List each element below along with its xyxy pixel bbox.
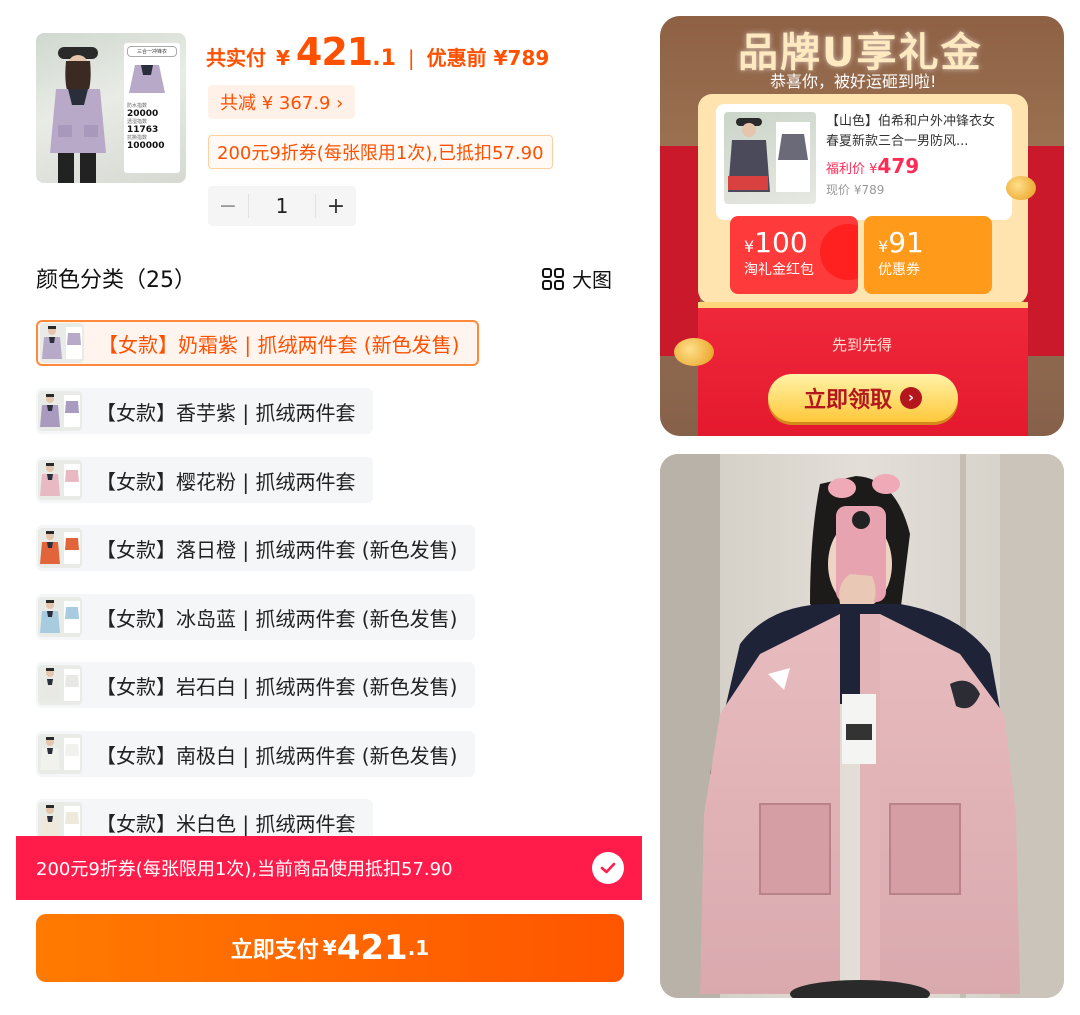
color-option-thumbnail <box>38 391 82 431</box>
pay-now-label: 立即支付 <box>230 938 319 963</box>
color-option-label: 【女款】奶霜紫 | 抓绒两件套 (新色发售) <box>98 332 460 357</box>
welfare-price: 福利价 ¥479 <box>826 156 1004 180</box>
large-image-toggle[interactable]: 大图 <box>542 264 612 293</box>
stat-value: 100000 <box>127 141 165 151</box>
coupon-bar-text: 200元9折券(每张限用1次),当前商品使用抵扣57.90 <box>36 859 453 880</box>
color-option-label: 【女款】米白色 | 抓绒两件套 <box>96 811 356 836</box>
color-option-thumbnail <box>38 665 82 705</box>
gold-coin-icon <box>674 338 714 366</box>
gift-money-voucher[interactable]: ¥100 淘礼金红包 <box>730 216 858 294</box>
jacket-icon <box>129 65 165 93</box>
color-option-3[interactable]: 【女款】樱花粉 | 抓绒两件套 <box>36 457 374 503</box>
currency-symbol: ¥ <box>276 46 290 70</box>
color-option-5[interactable]: 【女款】冰岛蓝 | 抓绒两件套 (新色发售) <box>36 594 476 640</box>
pay-currency: ¥ <box>322 936 337 960</box>
congrats-text: 恭喜你，被好运砸到啦! <box>770 72 937 91</box>
quantity-stepper: − 1 + <box>208 186 356 226</box>
claim-now-label: 立即领取 <box>803 388 892 413</box>
color-option-7[interactable]: 【女款】南极白 | 抓绒两件套 (新色发售) <box>36 731 476 777</box>
promo-product-image <box>724 112 816 204</box>
grid-icon <box>542 267 564 290</box>
welfare-price-value: 479 <box>877 154 920 178</box>
voucher2-currency: ¥ <box>878 237 889 256</box>
buyer-show-photo <box>660 454 1064 998</box>
price-separator: | <box>407 46 415 70</box>
chevron-right-icon: › <box>900 387 922 409</box>
stat-value: 11763 <box>127 125 159 135</box>
original-price: 优惠前 ¥789 <box>426 46 550 70</box>
price-summary: 共实付 ¥ 421 .1 | 优惠前 ¥789 <box>206 30 549 80</box>
quantity-value[interactable]: 1 <box>248 194 316 218</box>
color-option-label: 【女款】南极白 | 抓绒两件套 (新色发售) <box>96 743 458 768</box>
total-reduction-link[interactable]: 共减 ¥ 367.9 › <box>208 85 356 119</box>
color-option-6[interactable]: 【女款】岩石白 | 抓绒两件套 (新色发售) <box>36 662 476 708</box>
product-thumbnail[interactable]: 三合一冲锋衣 防水指数 20000 透湿指数 11763 抗撕指数 100000 <box>36 33 186 183</box>
first-come-text: 先到先得 <box>831 336 892 354</box>
model-image <box>728 118 810 192</box>
color-option-thumbnail <box>38 734 82 774</box>
pay-now-button[interactable]: 立即支付 ¥ 421 .1 <box>36 914 624 982</box>
coupon-voucher[interactable]: ¥91 优惠券 <box>864 216 992 294</box>
promo-product-title: 【山色】伯希和户外冲锋衣女春夏新款三合一男防风... <box>826 114 996 149</box>
coupon-applied-tag: 200元9折券(每张限用1次),已抵扣57.90 <box>208 135 553 169</box>
paid-amount-integer: 421 <box>295 30 373 74</box>
model-image <box>50 47 106 183</box>
color-option-2[interactable]: 【女款】香芋紫 | 抓绒两件套 <box>36 388 374 434</box>
color-option-label: 【女款】岩石白 | 抓绒两件套 (新色发售) <box>96 674 458 699</box>
color-option-thumbnail <box>40 323 84 363</box>
voucher1-currency: ¥ <box>744 237 755 256</box>
pay-amount-decimal: .1 <box>407 936 430 960</box>
stat-value: 20000 <box>127 109 159 119</box>
color-option-thumbnail <box>38 528 82 568</box>
welfare-price-label: 福利价 ¥ <box>826 162 878 177</box>
increase-button[interactable]: + <box>316 194 356 219</box>
color-option-label: 【女款】落日橙 | 抓绒两件套 (新色发售) <box>96 537 458 562</box>
color-option-label: 【女款】香芋紫 | 抓绒两件套 <box>96 400 356 425</box>
gold-coin-icon <box>1006 176 1036 200</box>
voucher1-value: 100 <box>754 226 808 259</box>
voucher2-value: 91 <box>888 226 924 259</box>
red-envelope-popup: 品牌U享礼金 恭喜你，被好运砸到啦! 【山色】伯希和户外冲锋衣女春夏新款三合一男… <box>660 16 1064 436</box>
envelope-side-left <box>660 146 700 356</box>
decrease-button[interactable]: − <box>208 194 248 219</box>
color-category-title: 颜色分类（25） <box>36 268 196 293</box>
spec-card-title: 三合一冲锋衣 <box>127 46 177 57</box>
color-option-4[interactable]: 【女款】落日橙 | 抓绒两件套 (新色发售) <box>36 525 476 571</box>
pay-amount-integer: 421 <box>336 928 408 968</box>
color-option-thumbnail <box>38 460 82 500</box>
color-option-1[interactable]: 【女款】奶霜紫 | 抓绒两件套 (新色发售) <box>36 320 480 366</box>
promo-product-info: 【山色】伯希和户外冲锋衣女春夏新款三合一男防风... 福利价 ¥479 现价 ¥… <box>826 112 1004 212</box>
color-option-label: 【女款】冰岛蓝 | 抓绒两件套 (新色发售) <box>96 606 458 631</box>
color-option-label: 【女款】樱花粉 | 抓绒两件套 <box>96 469 356 494</box>
coupon-selection-bar[interactable]: 200元9折券(每张限用1次),当前商品使用抵扣57.90 <box>16 836 642 900</box>
voucher2-label: 优惠券 <box>878 262 920 278</box>
color-option-thumbnail <box>38 597 82 637</box>
spec-card: 三合一冲锋衣 防水指数 20000 透湿指数 11763 抗撕指数 100000 <box>124 43 180 173</box>
large-image-label: 大图 <box>572 268 612 292</box>
paid-label: 共实付 <box>206 46 266 70</box>
claim-now-button[interactable]: 立即领取 › <box>768 374 958 422</box>
voucher2-amount: ¥91 <box>878 226 978 259</box>
promo-product-card[interactable]: 【山色】伯希和户外冲锋衣女春夏新款三合一男防风... 福利价 ¥479 现价 ¥… <box>716 104 1012 220</box>
paid-amount-decimal: .1 <box>372 46 396 71</box>
checkmark-icon[interactable] <box>592 852 624 884</box>
current-price: 现价 ¥789 <box>826 183 885 197</box>
mirror-selfie-image <box>660 454 1064 998</box>
